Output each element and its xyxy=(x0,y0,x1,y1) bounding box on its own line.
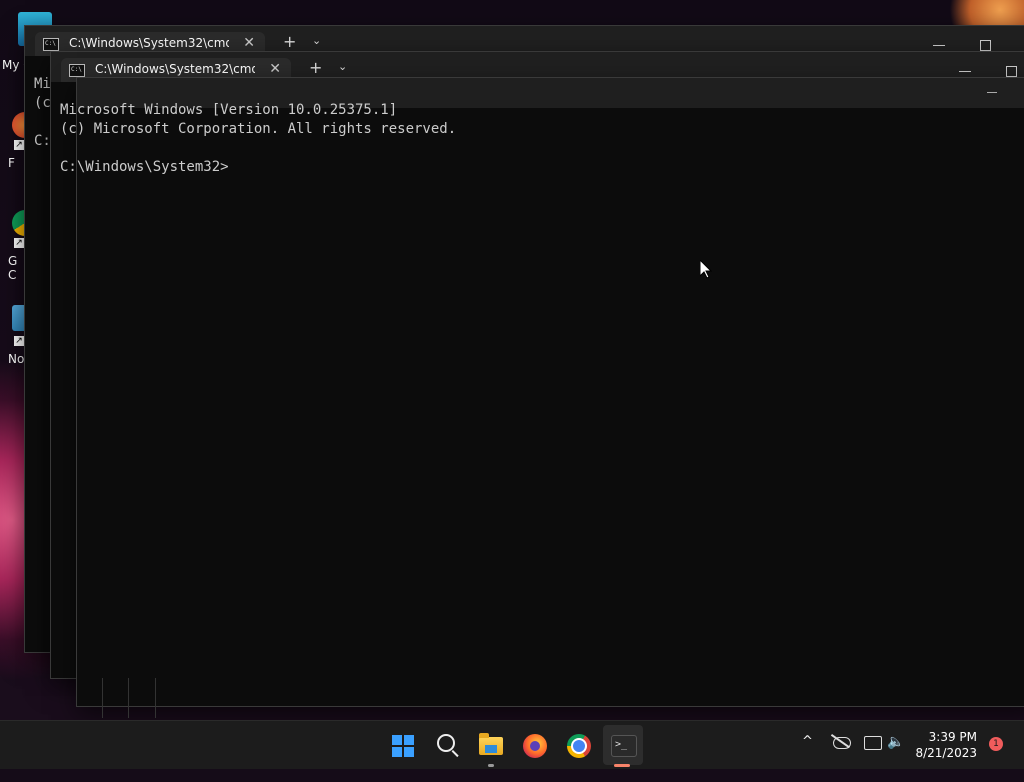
shortcut-arrow-icon: ↗ xyxy=(14,336,24,346)
clock-date: 8/21/2023 xyxy=(915,746,977,760)
running-indicator xyxy=(488,764,494,767)
desktop-icon-label: F xyxy=(8,156,15,170)
search-icon xyxy=(437,734,455,752)
desktop-icon-label: G xyxy=(8,254,18,268)
chrome-button[interactable] xyxy=(559,725,599,765)
clock-time: 3:39 PM xyxy=(928,730,977,744)
terminal-icon: >_ xyxy=(611,735,637,757)
console-area[interactable]: Microsoft Windows [Version 10.0.25375.1]… xyxy=(60,102,1024,706)
minimize-button[interactable] xyxy=(933,45,945,46)
console-line: C: xyxy=(34,133,51,149)
cmd-icon: C:\ xyxy=(69,64,85,77)
show-hidden-icons-chevron-icon[interactable]: ^ xyxy=(802,734,813,782)
console-line: Mi xyxy=(34,76,51,92)
terminal-window-front[interactable]: Microsoft Windows [Version 10.0.25375.1]… xyxy=(60,78,1024,706)
window-edge-divider xyxy=(128,678,129,718)
tab-close-icon[interactable]: ✕ xyxy=(243,35,255,51)
chrome-icon xyxy=(567,734,591,758)
console-line: Microsoft Windows [Version 10.0.25375.1] xyxy=(60,102,398,118)
cmd-icon: C:\ xyxy=(43,38,59,51)
terminal-button[interactable]: >_ xyxy=(603,725,643,765)
active-app-indicator xyxy=(614,764,630,767)
shortcut-arrow-icon: ↗ xyxy=(14,140,24,150)
desktop-icon-label: No xyxy=(8,352,25,366)
start-button[interactable] xyxy=(383,725,423,765)
window-edge-divider xyxy=(102,678,103,718)
file-explorer-button[interactable] xyxy=(471,725,511,765)
new-tab-button[interactable]: + xyxy=(283,32,296,51)
clock[interactable]: 3:39 PM 8/21/2023 xyxy=(905,729,977,761)
tab-title: C:\Windows\System32\cmd.e xyxy=(95,62,255,76)
tab-title: C:\Windows\System32\cmd.e xyxy=(69,36,229,50)
windows-logo-icon xyxy=(392,735,414,757)
volume-icon[interactable]: 🔈 xyxy=(887,734,904,782)
folder-icon xyxy=(479,733,503,755)
maximize-button[interactable] xyxy=(980,40,991,51)
notification-badge[interactable]: 1 xyxy=(989,737,1003,751)
tab-dropdown-icon[interactable]: ⌄ xyxy=(338,60,347,73)
desktop-icon-label: C xyxy=(8,268,17,282)
search-button[interactable] xyxy=(427,725,467,765)
new-tab-button[interactable]: + xyxy=(309,58,322,77)
tab-dropdown-icon[interactable]: ⌄ xyxy=(312,34,321,47)
tab-close-icon[interactable]: ✕ xyxy=(269,61,281,77)
onedrive-offline-icon[interactable] xyxy=(833,737,851,749)
console-line: (c xyxy=(34,95,51,111)
network-icon[interactable] xyxy=(864,736,882,750)
taskbar: >_ ^ 🔈 3:39 PM 8/21/2023 1 xyxy=(0,720,1024,769)
window-edge-divider xyxy=(155,678,156,718)
minimize-button[interactable] xyxy=(959,71,971,72)
console-line: (c) Microsoft Corporation. All rights re… xyxy=(60,121,457,137)
firefox-button[interactable] xyxy=(515,725,555,765)
minimize-button[interactable] xyxy=(987,92,997,93)
maximize-button[interactable] xyxy=(1006,66,1017,77)
console-prompt: C:\Windows\System32> xyxy=(60,159,229,175)
shortcut-arrow-icon: ↗ xyxy=(14,238,24,248)
firefox-icon xyxy=(523,734,547,758)
